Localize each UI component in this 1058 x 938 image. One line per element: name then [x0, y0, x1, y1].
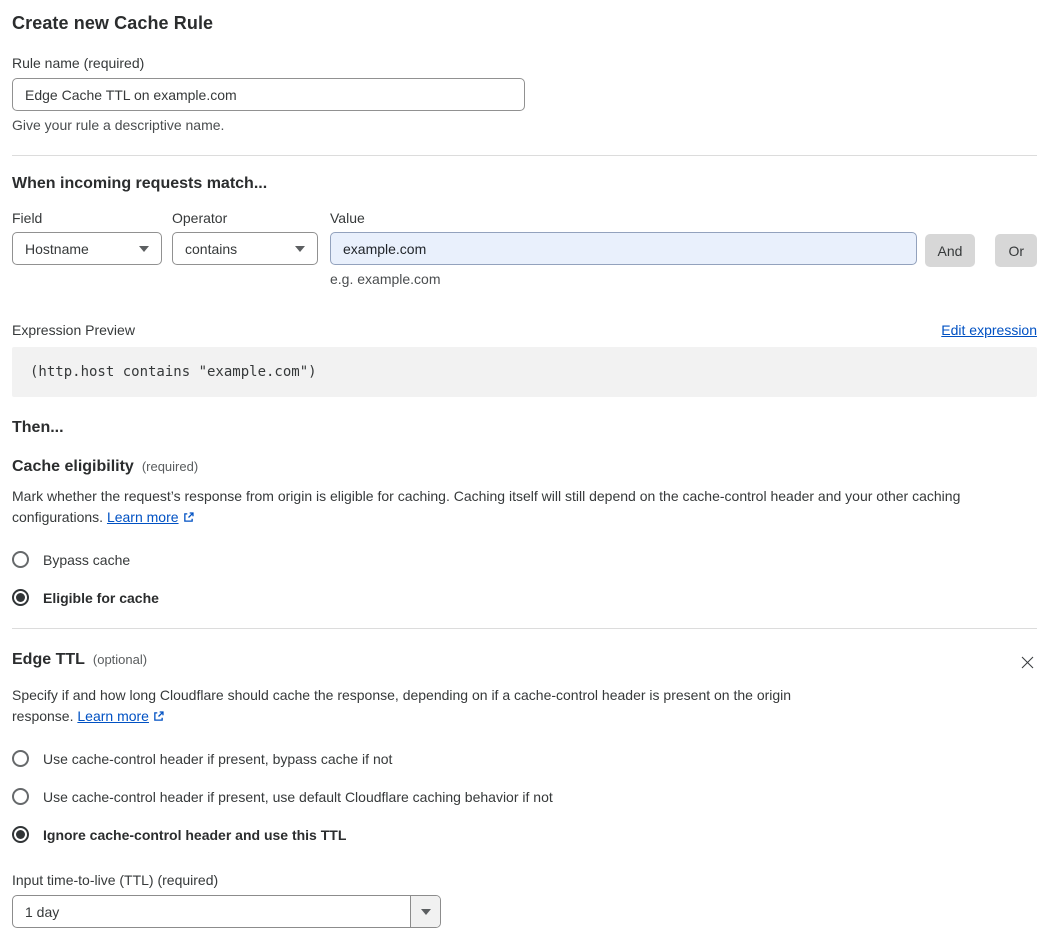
- radio-ignore-header-ttl[interactable]: Ignore cache-control header and use this…: [12, 826, 1037, 843]
- page-title: Create new Cache Rule: [12, 13, 214, 33]
- radio-selected-icon: [12, 826, 29, 843]
- cache-eligibility-options: Bypass cache Eligible for cache: [12, 551, 1037, 606]
- operator-select[interactable]: contains: [172, 232, 318, 265]
- cache-eligibility-title: Cache eligibility: [12, 458, 134, 475]
- value-input[interactable]: [330, 232, 917, 265]
- close-icon[interactable]: [1018, 653, 1037, 675]
- radio-label: Eligible for cache: [43, 589, 159, 606]
- radio-selected-icon: [12, 589, 29, 606]
- cache-eligibility-description: Mark whether the request’s response from…: [12, 486, 1037, 530]
- field-select[interactable]: Hostname: [12, 232, 162, 265]
- edge-ttl-description: Specify if and how long Cloudflare shoul…: [12, 685, 848, 729]
- field-column: Field Hostname: [12, 210, 162, 265]
- edge-ttl-heading: Edge TTL (optional): [12, 651, 147, 669]
- and-button[interactable]: And: [924, 234, 976, 267]
- field-label: Field: [12, 210, 43, 226]
- radio-icon: [12, 750, 29, 767]
- rule-name-label: Rule name (required): [12, 55, 145, 71]
- required-badge: (required): [141, 459, 199, 474]
- rule-name-group: Rule name (required) Give your rule a de…: [12, 55, 525, 133]
- divider: [12, 155, 1037, 156]
- value-column: Value e.g. example.com: [330, 210, 917, 287]
- learn-more-link[interactable]: Learn more: [107, 509, 179, 525]
- ttl-select-caret-button[interactable]: [410, 896, 440, 927]
- radio-label: Ignore cache-control header and use this…: [43, 826, 347, 843]
- rule-name-helper: Give your rule a descriptive name.: [12, 117, 225, 133]
- expression-preview-label: Expression Preview: [12, 322, 135, 338]
- radio-icon: [12, 788, 29, 805]
- radio-bypass-cache[interactable]: Bypass cache: [12, 551, 1037, 568]
- operator-select-value: contains: [185, 240, 238, 257]
- edit-expression-link[interactable]: Edit expression: [941, 322, 1037, 338]
- divider: [12, 628, 1037, 629]
- radio-use-header-bypass[interactable]: Use cache-control header if present, byp…: [12, 750, 1037, 767]
- chevron-down-icon: [295, 245, 305, 252]
- value-label: Value: [330, 210, 365, 226]
- ttl-input-group: Input time-to-live (TTL) (required) 1 da…: [12, 872, 1037, 928]
- connector-buttons: And Or: [924, 210, 1037, 267]
- optional-badge: (optional): [92, 652, 148, 667]
- match-heading: When incoming requests match...: [12, 175, 268, 192]
- edge-ttl-header: Edge TTL (optional): [12, 651, 1037, 675]
- radio-use-header-default[interactable]: Use cache-control header if present, use…: [12, 788, 1037, 805]
- radio-label: Use cache-control header if present, byp…: [43, 750, 393, 767]
- edge-ttl-options: Use cache-control header if present, byp…: [12, 750, 1037, 843]
- external-link-icon: [182, 509, 195, 530]
- match-row: Field Hostname Operator contains Value e…: [12, 210, 1037, 287]
- chevron-down-icon: [420, 908, 431, 915]
- cache-eligibility-heading: Cache eligibility (required): [12, 458, 1037, 476]
- then-heading: Then...: [12, 419, 64, 436]
- radio-label: Use cache-control header if present, use…: [43, 788, 553, 805]
- operator-column: Operator contains: [172, 210, 318, 265]
- operator-label: Operator: [172, 210, 228, 226]
- learn-more-link[interactable]: Learn more: [77, 708, 149, 724]
- expression-header: Expression Preview Edit expression: [12, 322, 1037, 338]
- radio-label: Bypass cache: [43, 551, 131, 568]
- ttl-select-value: 1 day: [25, 903, 60, 920]
- radio-icon: [12, 551, 29, 568]
- create-cache-rule-form: Create new Cache Rule Rule name (require…: [0, 0, 1058, 938]
- field-select-value: Hostname: [25, 240, 89, 257]
- expression-code-block: (http.host contains "example.com"): [12, 347, 1037, 397]
- chevron-down-icon: [139, 245, 149, 252]
- ttl-select[interactable]: 1 day: [12, 895, 441, 928]
- external-link-icon: [152, 708, 165, 729]
- value-helper: e.g. example.com: [330, 271, 441, 287]
- or-button[interactable]: Or: [995, 234, 1037, 267]
- radio-eligible-for-cache[interactable]: Eligible for cache: [12, 589, 1037, 606]
- ttl-label: Input time-to-live (TTL) (required): [12, 872, 219, 888]
- edge-ttl-title: Edge TTL: [12, 651, 85, 668]
- rule-name-input[interactable]: [12, 78, 525, 111]
